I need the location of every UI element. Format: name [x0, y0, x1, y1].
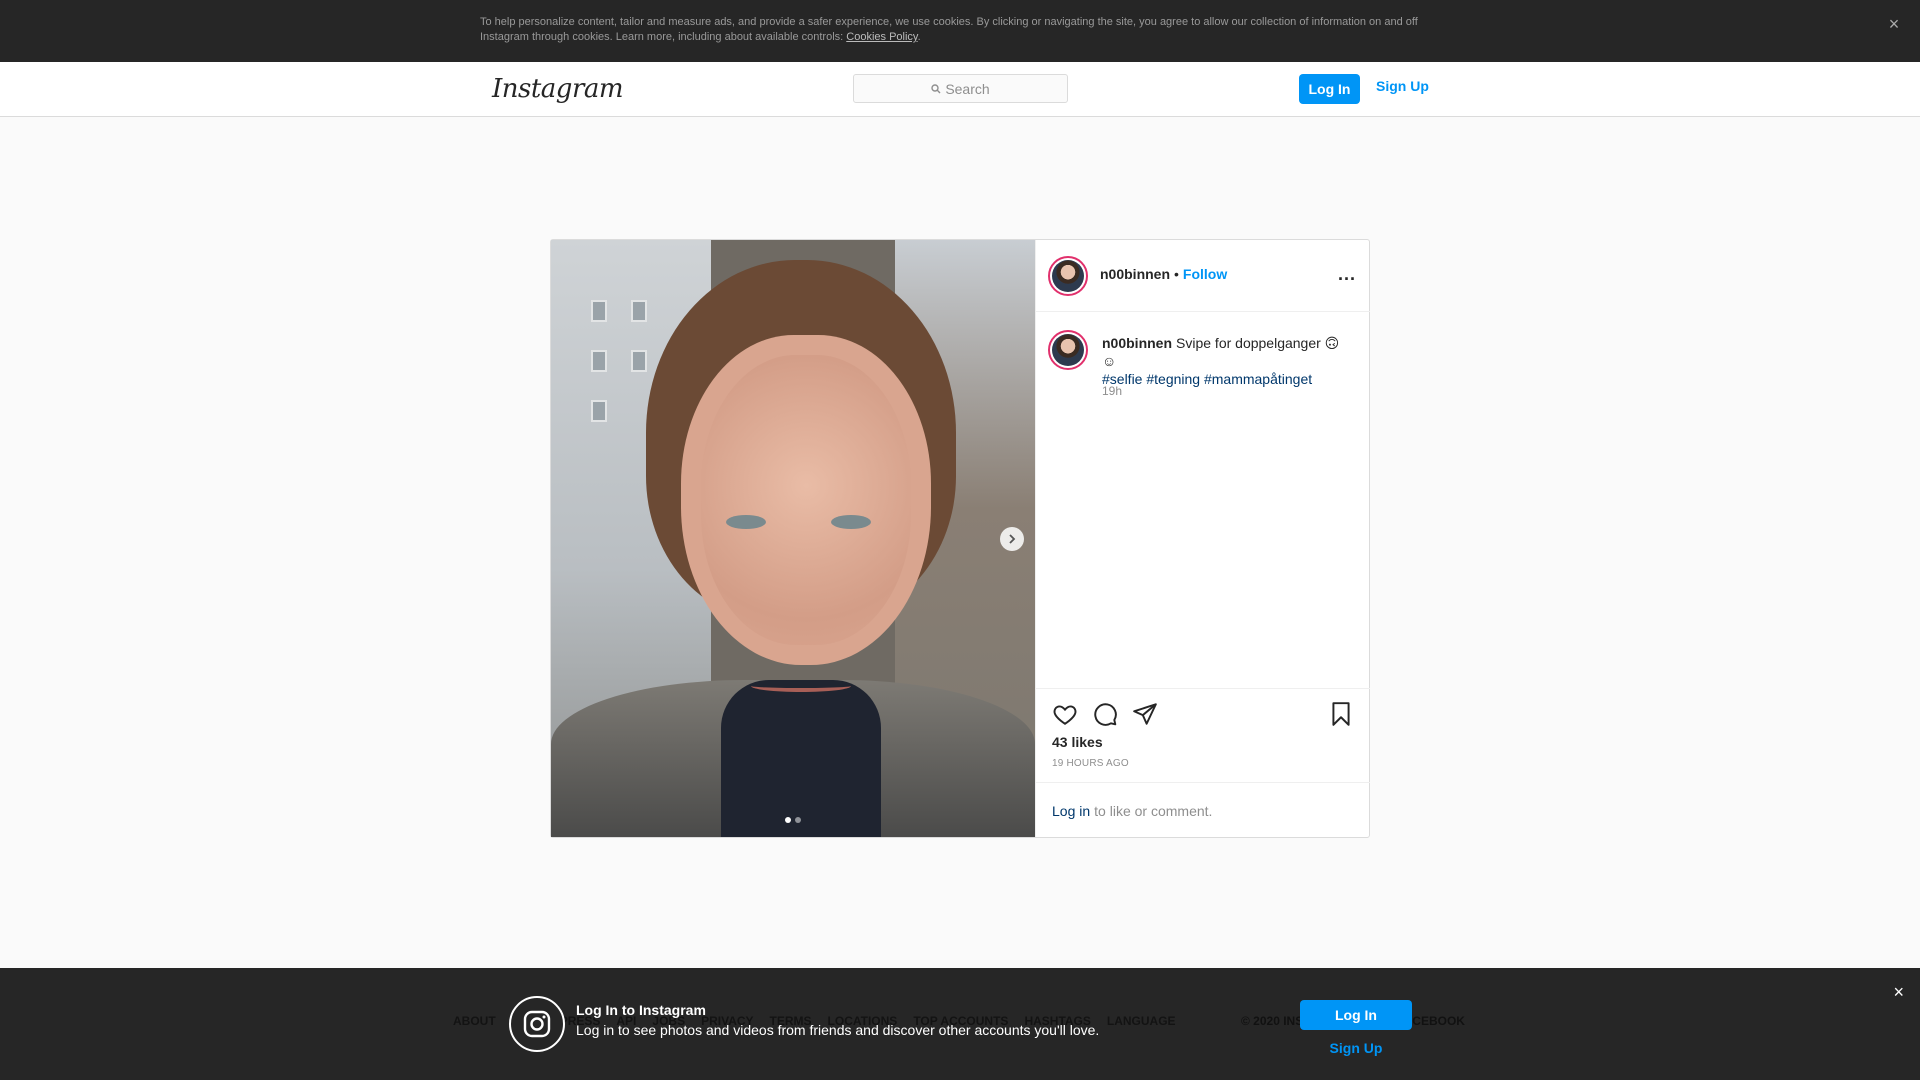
author-username[interactable]: n00binnen — [1100, 266, 1170, 282]
photo-eye-right — [831, 515, 871, 529]
footer-link[interactable]: ABOUT — [453, 1014, 496, 1028]
top-navbar: Instagram Search Log In Sign Up — [0, 62, 1920, 117]
photo-eye-left — [726, 515, 766, 529]
separator-dot: • — [1174, 266, 1179, 282]
avatar-image — [1052, 260, 1084, 292]
carousel-dot — [785, 817, 791, 823]
comment-prompt-text: to like or comment. — [1094, 802, 1213, 819]
heart-icon[interactable] — [1052, 701, 1078, 727]
carousel-indicator — [551, 817, 1035, 823]
caption-username[interactable]: n00binnen — [1102, 335, 1172, 351]
post-caption: n00binnen Svipe for doppelganger 🙃 ☺ #sel… — [1102, 334, 1357, 388]
caption-avatar[interactable] — [1048, 330, 1088, 370]
instagram-logo[interactable]: Instagram — [492, 74, 624, 104]
cookie-text: To help personalize content, tailor and … — [480, 16, 1418, 43]
comment-icon[interactable] — [1092, 701, 1118, 727]
more-options-icon[interactable]: ... — [1338, 264, 1356, 285]
bottom-signup-link[interactable]: Sign Up — [1300, 1040, 1412, 1056]
bookmark-icon[interactable] — [1328, 701, 1354, 727]
cookie-message: To help personalize content, tailor and … — [480, 16, 1418, 43]
search-icon — [931, 83, 941, 93]
likes-count[interactable]: 43 likes — [1052, 734, 1103, 750]
carousel-dot — [795, 817, 801, 823]
photo-shirt — [721, 680, 881, 837]
post-actions: 43 likes 19 HOURS AGO Log in to like or … — [1036, 688, 1370, 838]
photo-window — [591, 300, 607, 322]
photo-window — [591, 400, 607, 422]
avatar[interactable] — [1048, 256, 1088, 296]
comment-login-link[interactable]: Log in — [1052, 803, 1090, 819]
bottom-title: Log In to Instagram — [576, 1002, 706, 1018]
comment-login-prompt: Log in to like or comment. — [1036, 782, 1370, 838]
share-icon[interactable] — [1132, 701, 1158, 727]
post-photo[interactable] — [551, 240, 1035, 837]
cookie-banner: To help personalize content, tailor and … — [0, 0, 1920, 62]
bottom-login-bar: ABOUTHELPPRESSAPIJOBSPRIVACYTERMSLOCATIO… — [0, 968, 1920, 1080]
post-card: n00binnen • Follow ... n00binnen Svipe for … — [550, 239, 1370, 838]
camera-icon — [523, 1010, 551, 1038]
signup-link[interactable]: Sign Up — [1376, 78, 1429, 94]
footer-link[interactable]: LANGUAGE — [1107, 1014, 1176, 1028]
close-icon[interactable]: × — [1893, 982, 1904, 1003]
photo-window — [591, 350, 607, 372]
login-button[interactable]: Log In — [1299, 74, 1360, 104]
search-placeholder: Search — [945, 80, 990, 97]
cookies-policy-link[interactable]: Cookies Policy — [846, 31, 917, 43]
post-author: n00binnen • Follow — [1100, 266, 1227, 282]
caption-timestamp: 19h — [1102, 384, 1123, 398]
photo-window — [631, 350, 647, 372]
post-header: n00binnen • Follow ... — [1036, 240, 1370, 312]
bottom-subtitle: Log in to see photos and videos from fri… — [576, 1022, 1100, 1038]
avatar-image — [1052, 334, 1084, 366]
search-input[interactable]: Search — [853, 74, 1068, 103]
chevron-right-icon — [1009, 534, 1016, 544]
post-time-ago: 19 HOURS AGO — [1052, 758, 1129, 769]
follow-button[interactable]: Follow — [1183, 266, 1227, 282]
instagram-glyph-icon — [509, 996, 565, 1052]
photo-mouth — [751, 680, 851, 692]
post-sidebar: n00binnen • Follow ... n00binnen Svipe for … — [1035, 240, 1370, 838]
bottom-login-button[interactable]: Log In — [1300, 1000, 1412, 1030]
photo-window — [631, 300, 647, 322]
caption-hashtags[interactable]: #selfie #tegning #mammapåtinget — [1102, 371, 1312, 387]
cookie-close-icon[interactable]: × — [1884, 14, 1904, 34]
carousel-next-button[interactable] — [1000, 527, 1024, 551]
photo-face-highlight — [701, 355, 911, 645]
